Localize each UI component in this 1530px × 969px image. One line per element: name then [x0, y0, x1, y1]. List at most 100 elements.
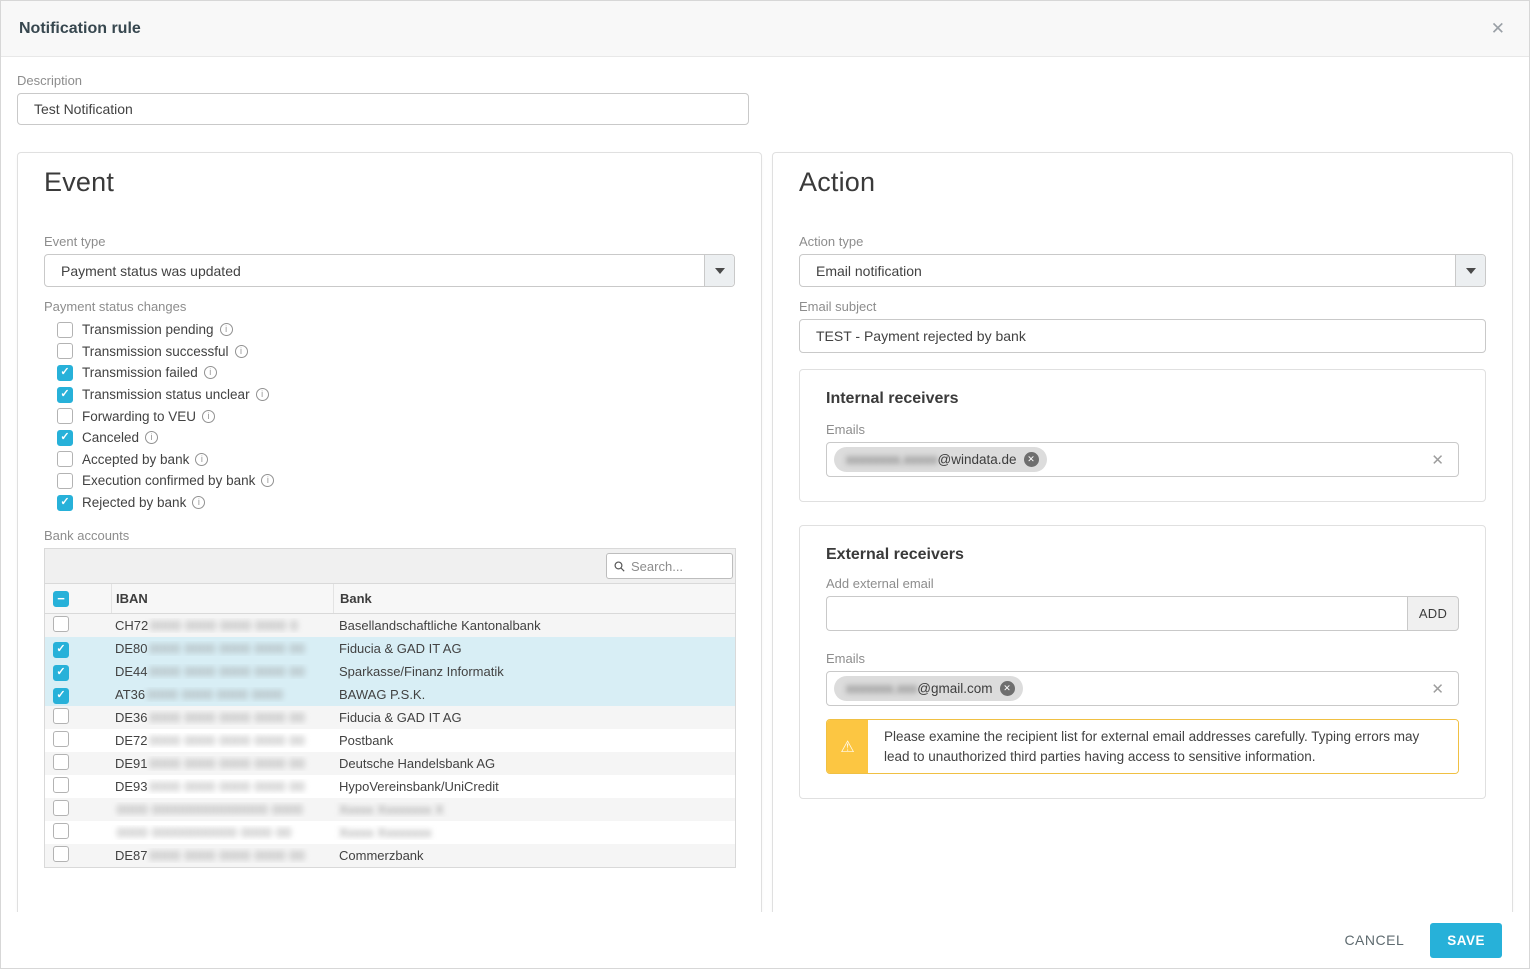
table-row[interactable]: DE800000 0000 0000 0000 00 Fiducia & GAD… — [45, 637, 735, 660]
add-button[interactable]: ADD — [1407, 596, 1459, 631]
description-input[interactable] — [17, 93, 749, 125]
select-all-checkbox[interactable] — [53, 591, 69, 607]
search-box[interactable] — [606, 553, 733, 579]
email-domain: @gmail.com — [917, 681, 992, 696]
option-canceled[interactable]: Canceled — [44, 427, 735, 449]
option-rejected-by-bank[interactable]: Rejected by bank — [44, 492, 735, 514]
event-heading: Event — [44, 167, 735, 198]
email-subject-input[interactable] — [799, 319, 1486, 353]
clear-field-icon[interactable]: ✕ — [1431, 680, 1444, 698]
table-row[interactable]: 0000 000000000000000 0000 Xxxxx Xxxxxxxx… — [45, 798, 735, 821]
option-transmission-pending[interactable]: Transmission pending — [44, 319, 735, 341]
checkbox[interactable] — [57, 343, 73, 359]
save-button[interactable]: SAVE — [1430, 923, 1502, 958]
add-email-input[interactable] — [826, 596, 1407, 631]
option-label: Accepted by bank — [82, 452, 189, 467]
bank-name: Fiducia & GAD IT AG — [339, 710, 462, 725]
option-forwarding-to-veu[interactable]: Forwarding to VEU — [44, 405, 735, 427]
info-icon[interactable] — [235, 345, 248, 358]
row-checkbox[interactable] — [53, 777, 69, 793]
chevron-down-icon[interactable] — [1455, 255, 1485, 286]
option-label: Transmission pending — [82, 322, 214, 337]
row-checkbox[interactable] — [53, 616, 69, 632]
row-checkbox[interactable] — [53, 688, 69, 704]
row-checkbox[interactable] — [53, 754, 69, 770]
external-emails-field[interactable]: xxxxxxx.xxx@gmail.com ✕ — [826, 671, 1459, 706]
table-row[interactable]: DE910000 0000 0000 0000 00 Deutsche Hand… — [45, 752, 735, 775]
close-icon[interactable]: ✕ — [1491, 20, 1505, 37]
table-row[interactable]: DE360000 0000 0000 0000 00 Fiducia & GAD… — [45, 706, 735, 729]
info-icon[interactable] — [145, 431, 158, 444]
option-execution-confirmed-by-bank[interactable]: Execution confirmed by bank — [44, 470, 735, 492]
info-icon[interactable] — [202, 410, 215, 423]
row-checkbox[interactable] — [53, 642, 69, 658]
iban-prefix: DE91 — [115, 756, 148, 771]
dialog-footer: CANCEL SAVE — [1, 912, 1529, 968]
bank-name: Fiducia & GAD IT AG — [339, 641, 462, 656]
dialog-title: Notification rule — [19, 20, 141, 38]
iban-prefix: DE44 — [115, 664, 148, 679]
info-icon[interactable] — [204, 366, 217, 379]
table-row[interactable]: 0000 00000000000 0000 00 Xxxxx Xxxxxxxx — [45, 821, 735, 844]
column-header-bank[interactable]: Bank — [333, 584, 735, 613]
info-icon[interactable] — [261, 474, 274, 487]
dialog-body: Description Event Event type Payment sta… — [1, 57, 1529, 933]
option-transmission-successful[interactable]: Transmission successful — [44, 341, 735, 363]
search-input[interactable] — [631, 559, 725, 574]
option-label: Transmission status unclear — [82, 387, 250, 402]
row-checkbox[interactable] — [53, 800, 69, 816]
info-icon[interactable] — [192, 496, 205, 509]
row-checkbox[interactable] — [53, 823, 69, 839]
table-row[interactable]: AT360000 0000 0000 0000 BAWAG P.S.K. — [45, 683, 735, 706]
row-checkbox[interactable] — [53, 731, 69, 747]
warning-icon — [827, 720, 868, 773]
info-icon[interactable] — [220, 323, 233, 336]
iban-prefix: AT36 — [115, 687, 145, 702]
clear-field-icon[interactable]: ✕ — [1431, 451, 1444, 469]
checkbox[interactable] — [57, 365, 73, 381]
option-accepted-by-bank[interactable]: Accepted by bank — [44, 449, 735, 471]
row-checkbox[interactable] — [53, 708, 69, 724]
iban-redacted: 0000 0000 0000 0000 00 — [150, 641, 306, 656]
table-row[interactable]: DE930000 0000 0000 0000 00 HypoVereinsba… — [45, 775, 735, 798]
column-header-iban[interactable]: IBAN — [111, 584, 333, 613]
option-label: Execution confirmed by bank — [82, 473, 255, 488]
iban-redacted: 0000 0000 0000 0000 — [147, 687, 283, 702]
iban-prefix: DE72 — [115, 733, 148, 748]
remove-chip-icon[interactable] — [1024, 452, 1039, 467]
event-type-value: Payment status was updated — [45, 255, 704, 286]
cancel-button[interactable]: CANCEL — [1344, 932, 1404, 948]
checkbox[interactable] — [57, 408, 73, 424]
row-checkbox[interactable] — [53, 665, 69, 681]
action-type-select[interactable]: Email notification — [799, 254, 1486, 287]
bank-name: Commerzbank — [339, 848, 424, 863]
checkbox[interactable] — [57, 495, 73, 511]
table-row[interactable]: DE870000 0000 0000 0000 00 Commerzbank — [45, 844, 735, 867]
iban-prefix: DE93 — [115, 779, 148, 794]
action-heading: Action — [799, 167, 1486, 198]
add-external-email-label: Add external email — [826, 576, 1459, 591]
info-icon[interactable] — [195, 453, 208, 466]
bank-name: Sparkasse/Finanz Informatik — [339, 664, 504, 679]
table-row[interactable]: DE720000 0000 0000 0000 00 Postbank — [45, 729, 735, 752]
option-transmission-status-unclear[interactable]: Transmission status unclear — [44, 384, 735, 406]
checkbox[interactable] — [57, 430, 73, 446]
iban-redacted: 0000 0000 0000 0000 00 — [150, 779, 306, 794]
info-icon[interactable] — [256, 388, 269, 401]
checkbox[interactable] — [57, 473, 73, 489]
table-toolbar — [45, 549, 735, 584]
internal-emails-field[interactable]: xxxxxxxx.xxxxx@windata.de ✕ — [826, 442, 1459, 477]
option-transmission-failed[interactable]: Transmission failed — [44, 362, 735, 384]
checkbox[interactable] — [57, 451, 73, 467]
chevron-down-icon[interactable] — [704, 255, 734, 286]
event-type-select[interactable]: Payment status was updated — [44, 254, 735, 287]
table-row[interactable]: CH720000 0000 0000 0000 0 Basellandschaf… — [45, 614, 735, 637]
table-row[interactable]: DE440000 0000 0000 0000 00 Sparkasse/Fin… — [45, 660, 735, 683]
remove-chip-icon[interactable] — [1000, 681, 1015, 696]
row-checkbox[interactable] — [53, 846, 69, 862]
checkbox[interactable] — [57, 387, 73, 403]
checkbox[interactable] — [57, 322, 73, 338]
bank-name: HypoVereinsbank/UniCredit — [339, 779, 499, 794]
external-receivers-heading: External receivers — [826, 546, 1459, 564]
description-label: Description — [17, 73, 749, 88]
